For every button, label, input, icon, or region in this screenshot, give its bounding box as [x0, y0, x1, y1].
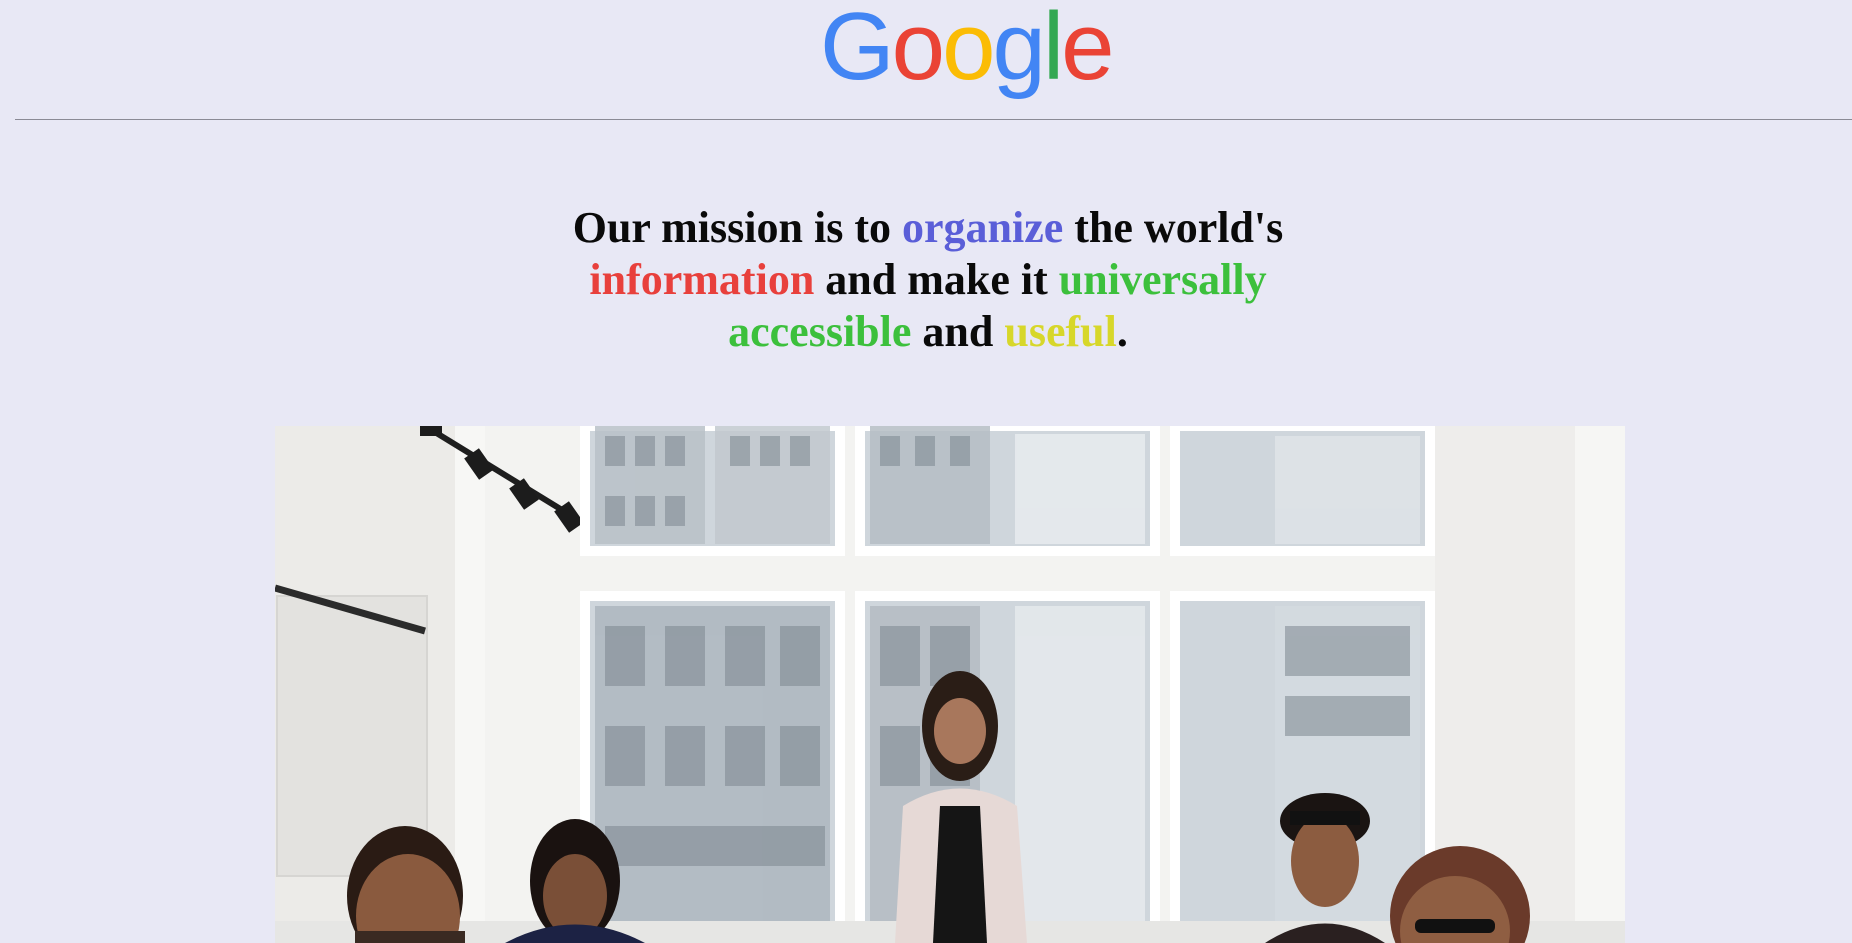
- logo-letter-g2: g: [992, 0, 1045, 100]
- mission-text-1: Our mission is to: [572, 203, 902, 252]
- highlight-useful: useful: [1004, 307, 1117, 356]
- header-divider: [15, 119, 1852, 120]
- logo-letter-o1: o: [891, 0, 945, 100]
- logo-letter-g1: G: [820, 0, 895, 100]
- highlight-universally: universally: [1058, 255, 1267, 304]
- highlight-organize: organize: [901, 203, 1064, 252]
- google-logo[interactable]: Google: [820, 0, 1115, 100]
- mission-text-6: .: [1116, 307, 1128, 356]
- mission-statement: Our mission is to organize the world's i…: [560, 202, 1296, 358]
- highlight-accessible: accessible: [728, 307, 912, 356]
- page: Google Our mission is to organize the wo…: [0, 0, 1852, 943]
- team-meeting-photo: [275, 426, 1625, 943]
- logo-letter-o2: o: [942, 0, 995, 100]
- mission-text-2: the world's: [1063, 203, 1284, 252]
- highlight-information: information: [589, 255, 815, 304]
- logo-letter-e: e: [1061, 0, 1114, 100]
- mission-text-3: and make it: [814, 255, 1059, 304]
- logo-letter-l: l: [1042, 0, 1064, 100]
- mission-text-5: and: [911, 307, 1005, 356]
